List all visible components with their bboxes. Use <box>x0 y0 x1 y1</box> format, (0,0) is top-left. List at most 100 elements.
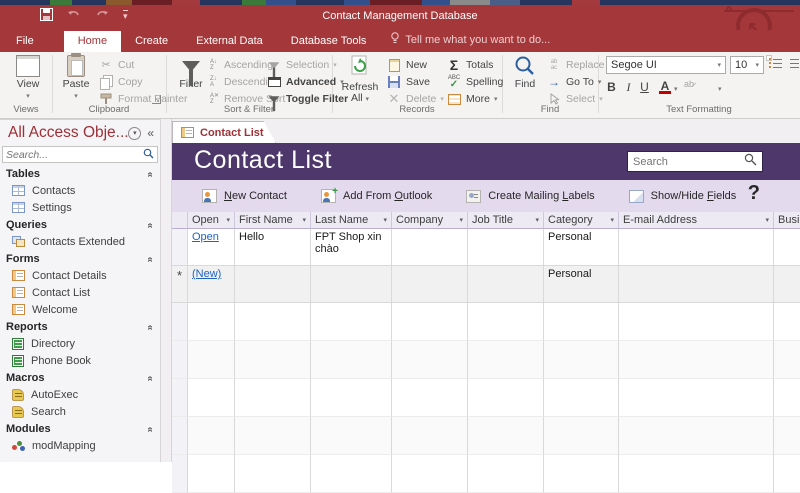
column-dropdown-icon[interactable]: ▾ <box>610 216 614 224</box>
nav-item-contact-details[interactable]: Contact Details <box>0 267 160 284</box>
nav-section-tables[interactable]: Tables « <box>0 165 160 182</box>
italic-button[interactable]: I <box>621 80 636 95</box>
fill-color-dropdown[interactable]: ▾ <box>718 85 722 93</box>
nav-menu-dropdown-icon[interactable]: ▾ <box>128 126 142 140</box>
column-dropdown-icon[interactable]: ▾ <box>459 216 463 224</box>
shutter-close-icon[interactable]: « <box>147 126 154 140</box>
cell-job-title[interactable] <box>468 229 544 266</box>
help-button[interactable]: ? <box>748 182 760 205</box>
goto-button[interactable]: → Go To ▾ <box>546 74 601 90</box>
tab-external-data[interactable]: External Data <box>182 31 277 52</box>
bold-button[interactable]: B <box>604 80 619 94</box>
nav-search-box[interactable] <box>2 146 158 163</box>
cell-first-name[interactable] <box>235 266 311 303</box>
highlight-button[interactable]: ab̷ <box>684 79 694 89</box>
cell-last-name[interactable] <box>311 266 392 303</box>
spelling-button[interactable]: ABC ✓ Spelling <box>446 74 504 90</box>
form-search-box[interactable] <box>627 151 763 172</box>
form-search-icon[interactable] <box>744 153 757 171</box>
column-dropdown-icon[interactable]: ▾ <box>302 216 306 224</box>
ascending-button[interactable]: A↓ Z Ascending <box>210 57 273 73</box>
advanced-button[interactable]: Advanced ▾ <box>266 74 344 90</box>
document-tab-contact-list[interactable]: Contact List <box>172 121 276 143</box>
totals-button[interactable]: Σ Totals <box>446 57 494 73</box>
font-color-button[interactable]: A <box>658 79 672 94</box>
clipboard-dialog-launcher[interactable] <box>152 95 161 104</box>
nav-search-input[interactable] <box>6 148 143 161</box>
underline-button[interactable]: U <box>637 80 652 94</box>
nav-section-modules[interactable]: Modules « <box>0 420 160 437</box>
cell-email[interactable] <box>619 229 774 266</box>
font-size-combo[interactable]: 10 ▾ <box>730 56 764 74</box>
cell-first-name[interactable]: Hello <box>235 229 311 266</box>
nav-item-autoexec[interactable]: AutoExec <box>0 386 160 403</box>
nav-item-welcome[interactable]: Welcome <box>0 301 160 318</box>
nav-section-forms[interactable]: Forms « <box>0 250 160 267</box>
nav-section-queries[interactable]: Queries « <box>0 216 160 233</box>
view-button[interactable]: View ▾ <box>10 55 46 100</box>
nav-item-contact-list[interactable]: Contact List <box>0 284 160 301</box>
column-header-business[interactable]: Busi <box>774 212 800 229</box>
nav-item-contacts-extended[interactable]: Contacts Extended <box>0 233 160 250</box>
nav-section-macros[interactable]: Macros « <box>0 369 160 386</box>
nav-item-settings[interactable]: Settings <box>0 199 160 216</box>
new-record-selector[interactable]: * <box>172 266 188 303</box>
nav-item-directory[interactable]: Directory <box>0 335 160 352</box>
column-header-last-name[interactable]: Last Name ▾ <box>311 212 392 229</box>
tab-database-tools[interactable]: Database Tools <box>277 31 381 52</box>
create-mailing-labels-button[interactable]: Create Mailing Labels <box>466 189 595 203</box>
replace-button[interactable]: ab ac Replace <box>546 57 605 73</box>
tell-me-box[interactable]: Tell me what you want to do... <box>380 28 560 52</box>
cell-business[interactable] <box>774 229 800 266</box>
copy-button[interactable]: Copy <box>98 74 143 90</box>
new-record-button[interactable]: New <box>386 57 427 73</box>
cell-company[interactable] <box>392 266 468 303</box>
cell-category[interactable]: Personal <box>544 229 619 266</box>
nav-section-reports[interactable]: Reports « <box>0 318 160 335</box>
selection-button[interactable]: Selection ▾ <box>266 57 337 77</box>
nav-item-modmapping[interactable]: modMapping <box>0 437 160 454</box>
tab-file[interactable]: File <box>0 31 50 52</box>
nav-item-search[interactable]: Search <box>0 403 160 420</box>
open-record-link[interactable]: Open <box>192 231 219 243</box>
column-dropdown-icon[interactable]: ▾ <box>765 216 769 224</box>
select-all-cell[interactable] <box>172 212 188 229</box>
tab-create[interactable]: Create <box>121 31 182 52</box>
row-selector[interactable] <box>172 229 188 266</box>
refresh-all-button[interactable]: Refresh All ▾ <box>340 55 380 105</box>
column-dropdown-icon[interactable]: ▾ <box>383 216 387 224</box>
bullets-button[interactable] <box>766 55 782 68</box>
column-header-company[interactable]: Company ▾ <box>392 212 468 229</box>
group-label-find: Find <box>540 104 560 115</box>
cell-company[interactable] <box>392 229 468 266</box>
cell-last-name[interactable]: FPT Shop xin chào <box>311 229 392 266</box>
column-header-first-name[interactable]: First Name ▾ <box>235 212 311 229</box>
new-record-link[interactable]: (New) <box>192 268 221 280</box>
new-contact-button[interactable]: New Contact <box>202 189 287 203</box>
column-header-email[interactable]: E-mail Address ▾ <box>619 212 774 229</box>
form-search-input[interactable] <box>633 155 744 168</box>
column-dropdown-icon[interactable]: ▾ <box>226 216 230 224</box>
paste-button[interactable]: Paste ▾ <box>58 53 94 100</box>
column-header-open[interactable]: Open ▾ <box>188 212 235 229</box>
pane-splitter[interactable] <box>160 119 172 462</box>
font-name-combo[interactable]: Segoe UI ▾ <box>606 56 726 74</box>
save-record-button[interactable]: Save <box>386 74 430 90</box>
show-hide-fields-button[interactable]: Show/Hide Fields <box>628 189 736 203</box>
cell-job-title[interactable] <box>468 266 544 303</box>
add-from-outlook-button[interactable]: + Add From Outlook <box>320 186 432 203</box>
nav-item-contacts[interactable]: Contacts <box>0 182 160 199</box>
nav-item-phone-book[interactable]: Phone Book <box>0 352 160 369</box>
tab-home[interactable]: Home <box>63 31 122 52</box>
column-header-job-title[interactable]: Job Title ▾ <box>468 212 544 229</box>
cell-category[interactable]: Personal <box>544 266 619 303</box>
filter-button[interactable]: Filter <box>174 55 208 90</box>
nav-search-icon[interactable] <box>143 146 154 164</box>
cell-email[interactable] <box>619 266 774 303</box>
cell-business[interactable] <box>774 266 800 303</box>
font-color-dropdown[interactable]: ▾ <box>674 85 678 93</box>
find-button[interactable]: Find <box>508 55 542 90</box>
cut-button[interactable]: ✂ Cut <box>98 57 135 73</box>
column-header-category[interactable]: Category ▾ <box>544 212 619 229</box>
column-dropdown-icon[interactable]: ▾ <box>535 216 539 224</box>
